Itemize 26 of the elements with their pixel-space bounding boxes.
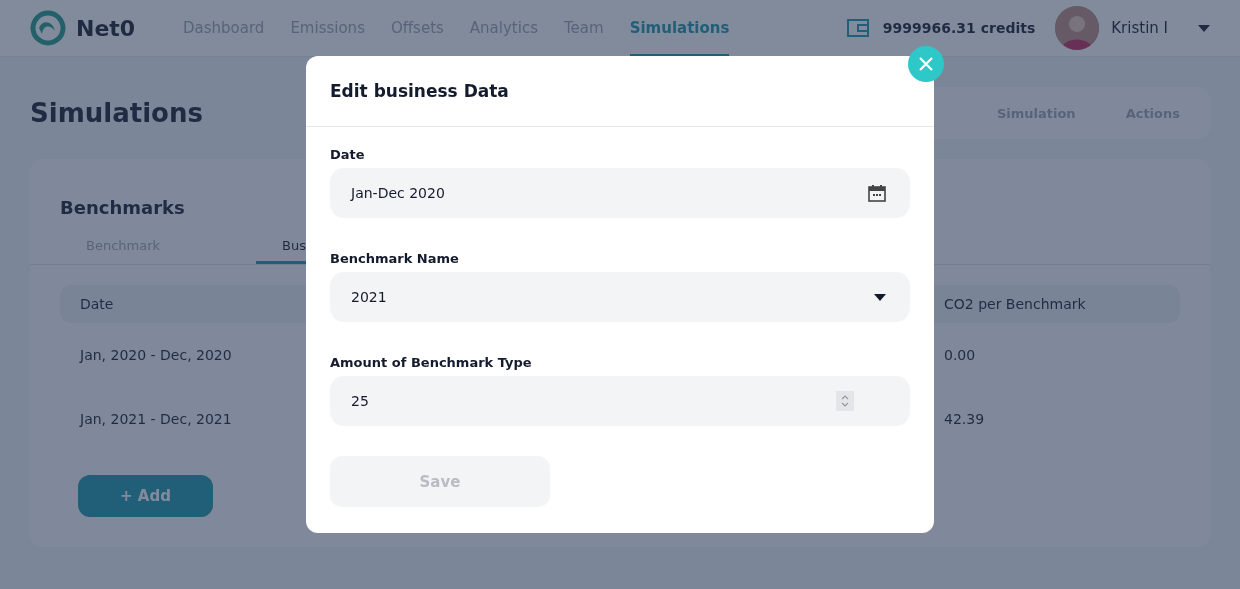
stepper-icon[interactable] (836, 391, 854, 411)
number-field[interactable]: 25 (330, 376, 910, 426)
close-icon[interactable] (919, 57, 933, 71)
column-header: CO2 per Benchmark (944, 296, 1086, 312)
card-title: Benchmarks (60, 197, 186, 218)
date-field[interactable]: Jan-Dec 2020 (330, 168, 910, 218)
modal-title: Edit business Data (330, 81, 509, 101)
wallet-icon (846, 19, 869, 37)
field-label: Date (330, 147, 366, 162)
user-name: Kristin I (1111, 19, 1168, 37)
column-header: Date (80, 296, 114, 312)
table-cell: Jan, 2021 - Dec, 2021 (80, 411, 232, 427)
credits-text: 9999966.31 credits (882, 20, 1036, 36)
caret-icon[interactable] (874, 293, 886, 301)
table-cell: Jan, 2020 - Dec, 2020 (80, 347, 232, 363)
avatar[interactable] (1055, 6, 1100, 50)
page-title: Simulations (30, 98, 203, 128)
logo-icon (30, 10, 66, 46)
add-button[interactable]: + Add (78, 475, 213, 517)
logo-text: Net0 (76, 15, 136, 41)
select-field[interactable]: 2021 (330, 272, 910, 322)
calendar-icon[interactable] (868, 184, 886, 202)
table-cell: 0.00 (944, 347, 976, 363)
table-cell: 42.39 (944, 411, 985, 427)
field-label: Benchmark Name (330, 251, 460, 266)
field-label: Amount of Benchmark Type (330, 355, 533, 370)
